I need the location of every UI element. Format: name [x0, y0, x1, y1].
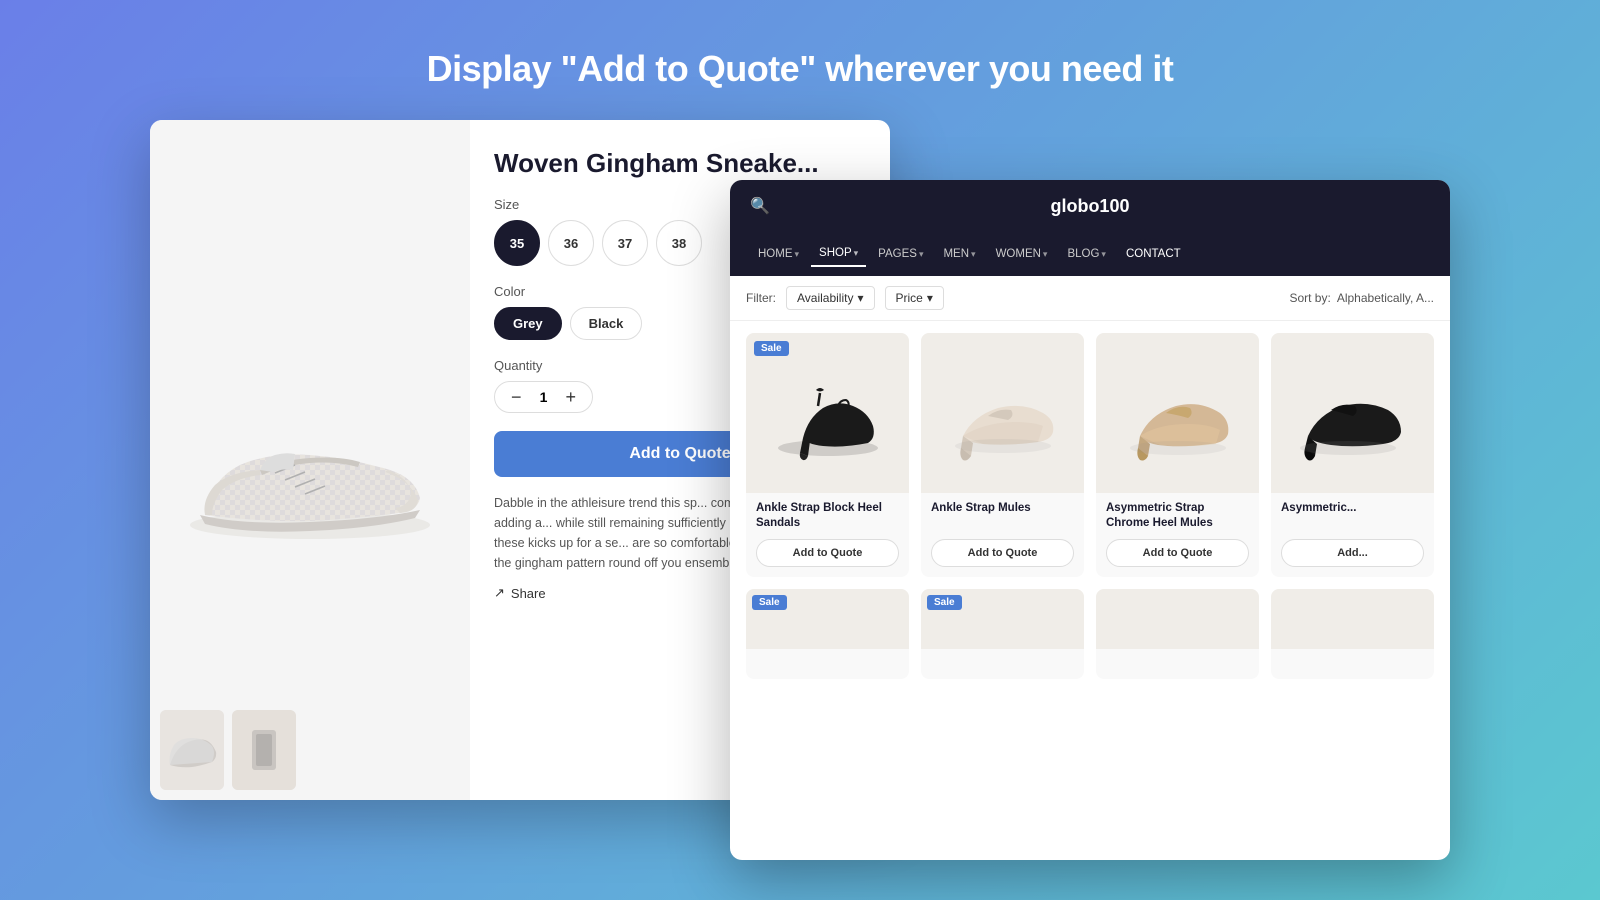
screenshots-container: Woven Gingham Sneake... Size 35 36 37 38…	[150, 120, 1450, 840]
nav-women[interactable]: WOMEN ▾	[988, 242, 1056, 266]
quantity-value: 1	[534, 389, 554, 405]
second-card-img-2: Sale	[921, 589, 1084, 649]
share-icon: ↗	[494, 585, 505, 601]
card-img-2	[921, 333, 1084, 493]
second-card-img-3	[1096, 589, 1259, 649]
women-chevron: ▾	[1043, 249, 1048, 260]
nav-shop[interactable]: SHOP ▾	[811, 241, 866, 267]
shop-chevron: ▾	[854, 248, 859, 259]
card-name-2: Ankle Strap Mules	[931, 501, 1074, 516]
product-card-4: Asymmetric... Add...	[1271, 333, 1434, 577]
size-38[interactable]: 38	[656, 220, 702, 266]
heel-sandal-1-img	[768, 348, 888, 478]
color-grey[interactable]: Grey	[494, 307, 562, 340]
product-title: Woven Gingham Sneake...	[494, 148, 866, 179]
second-card-img-4	[1271, 589, 1434, 649]
sneaker-image	[180, 360, 440, 560]
sale-badge-1: Sale	[754, 341, 789, 356]
second-row-card-4	[1271, 589, 1434, 679]
second-row-card-2: Sale	[921, 589, 1084, 679]
product-card-3: Asymmetric Strap Chrome Heel Mules Add t…	[1096, 333, 1259, 577]
page-headline: Display "Add to Quote" wherever you need…	[427, 48, 1174, 90]
nav-men[interactable]: MEN ▾	[935, 242, 983, 266]
card-body-2: Ankle Strap Mules Add to Quote	[921, 493, 1084, 577]
quantity-increase[interactable]: +	[566, 388, 577, 406]
blog-chevron: ▾	[1101, 249, 1106, 260]
nav-search-area: 🔍	[750, 196, 770, 216]
pages-chevron: ▾	[919, 249, 924, 260]
nav-pages[interactable]: PAGES ▾	[870, 242, 931, 266]
nav-blog[interactable]: BLOG ▾	[1059, 242, 1114, 266]
size-35[interactable]: 35	[494, 220, 540, 266]
second-row-card-1: Sale	[746, 589, 909, 679]
thumbnail-2[interactable]	[232, 710, 296, 790]
asymmetric-img	[1293, 348, 1413, 478]
product-image-area	[150, 120, 470, 800]
price-filter[interactable]: Price ▾	[885, 286, 944, 310]
availability-chevron: ▾	[857, 291, 863, 305]
card-add-btn-2[interactable]: Add to Quote	[931, 539, 1074, 567]
search-icon[interactable]: 🔍	[750, 196, 770, 216]
size-37[interactable]: 37	[602, 220, 648, 266]
shop-nav-links: HOME ▾ SHOP ▾ PAGES ▾ MEN ▾ WOMEN ▾ BLOG…	[730, 232, 1450, 276]
sale-badge-row2-2: Sale	[927, 595, 962, 610]
filter-label: Filter:	[746, 291, 776, 305]
card-img-3	[1096, 333, 1259, 493]
share-label: Share	[511, 586, 546, 601]
card-body-4: Asymmetric... Add...	[1271, 493, 1434, 577]
mule-img	[943, 348, 1063, 478]
card-img-4	[1271, 333, 1434, 493]
shop-nav-top: 🔍 globo100	[730, 180, 1450, 232]
card-name-1: Ankle Strap Block Heel Sandals	[756, 501, 899, 531]
card-add-btn-3[interactable]: Add to Quote	[1106, 539, 1249, 567]
product-grid: Sale Ankle Strap Block Heel Sandals	[730, 321, 1450, 589]
card-body-1: Ankle Strap Block Heel Sandals Add to Qu…	[746, 493, 909, 577]
thumbnail-row	[160, 710, 296, 790]
card-add-btn-1[interactable]: Add to Quote	[756, 539, 899, 567]
sort-area: Sort by: Alphabetically, A...	[1289, 291, 1434, 305]
product-card-2: Ankle Strap Mules Add to Quote	[921, 333, 1084, 577]
shop-logo: globo100	[770, 196, 1410, 217]
price-chevron: ▾	[927, 291, 933, 305]
second-row-card-3	[1096, 589, 1259, 679]
card-name-4: Asymmetric...	[1281, 501, 1424, 516]
filter-left: Filter: Availability ▾ Price ▾	[746, 286, 944, 310]
size-36[interactable]: 36	[548, 220, 594, 266]
thumbnail-1[interactable]	[160, 710, 224, 790]
card-name-3: Asymmetric Strap Chrome Heel Mules	[1106, 501, 1249, 531]
product-card-1: Sale Ankle Strap Block Heel Sandals	[746, 333, 909, 577]
nav-home[interactable]: HOME ▾	[750, 242, 807, 266]
chrome-mule-img	[1118, 348, 1238, 478]
quantity-decrease[interactable]: −	[511, 388, 522, 406]
second-product-row: Sale Sale	[730, 589, 1450, 679]
nav-contact[interactable]: CONTACT	[1118, 242, 1189, 266]
card-add-btn-4[interactable]: Add...	[1281, 539, 1424, 567]
shop-window: 🔍 globo100 HOME ▾ SHOP ▾ PAGES ▾ MEN ▾	[730, 180, 1450, 860]
card-img-1: Sale	[746, 333, 909, 493]
filter-bar: Filter: Availability ▾ Price ▾ Sort by: …	[730, 276, 1450, 321]
second-card-img-1: Sale	[746, 589, 909, 649]
men-chevron: ▾	[971, 249, 976, 260]
sort-value: Alphabetically, A...	[1337, 291, 1434, 305]
color-black[interactable]: Black	[570, 307, 643, 340]
sort-label: Sort by:	[1289, 291, 1330, 305]
home-chevron: ▾	[795, 249, 800, 260]
availability-filter[interactable]: Availability ▾	[786, 286, 875, 310]
card-body-3: Asymmetric Strap Chrome Heel Mules Add t…	[1096, 493, 1259, 577]
sale-badge-row2-1: Sale	[752, 595, 787, 610]
quantity-control: − 1 +	[494, 381, 593, 413]
